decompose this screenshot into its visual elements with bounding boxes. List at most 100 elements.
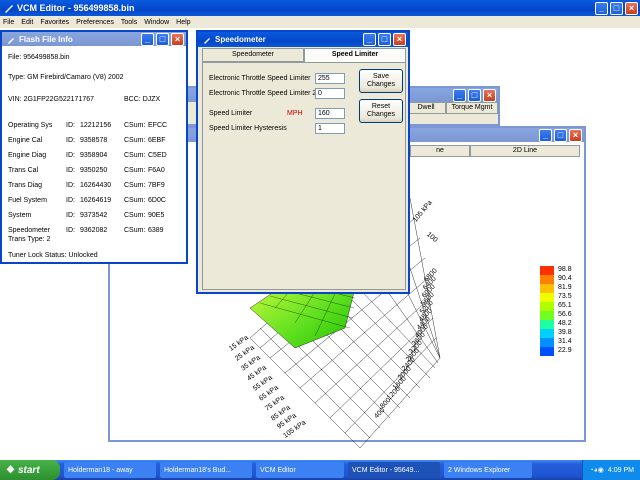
- maximize-button[interactable]: □: [378, 33, 391, 46]
- field-label: Speed Limiter Hysteresis: [209, 125, 287, 132]
- tuner-lock-label: Tuner Lock Status:: [8, 252, 67, 259]
- type-label: Type:: [8, 74, 26, 81]
- csum-label: CSum:: [124, 182, 146, 189]
- menu-tools[interactable]: Tools: [121, 19, 137, 26]
- csum-label: CSum:: [124, 152, 146, 159]
- minimize-button[interactable]: _: [595, 1, 608, 15]
- trans-type-value: 2: [46, 236, 51, 243]
- tray-icons[interactable]: ◔◕◉: [589, 466, 604, 474]
- wrench-icon: [6, 34, 16, 44]
- legend-label: 73.5: [558, 293, 572, 300]
- task-item-active[interactable]: VCM Editor - 95649...: [348, 462, 440, 478]
- tab-speedometer[interactable]: Speedometer: [202, 48, 304, 62]
- legend-swatch: [540, 266, 554, 275]
- legend-swatch: [540, 275, 554, 284]
- task-item[interactable]: Holderman18's Bud...: [160, 462, 252, 478]
- menu-favorites[interactable]: Favorites: [40, 19, 69, 26]
- vin-value: 2G1FP22G522171767: [23, 96, 95, 103]
- clock: 4:09 PM: [607, 466, 634, 474]
- tab-speed-limiter[interactable]: Speed Limiter: [304, 48, 406, 62]
- legend-label: 56.6: [558, 311, 572, 318]
- module-csum: 7BF9: [148, 182, 165, 189]
- menu-preferences[interactable]: Preferences: [76, 19, 114, 26]
- flash-info-body: File: 956499858.bin Type: GM Firebird/Ca…: [2, 46, 186, 262]
- close-button[interactable]: ×: [171, 32, 184, 46]
- module-csum: 90E5: [148, 212, 165, 219]
- csum-label: CSum:: [124, 167, 146, 174]
- maximize-button[interactable]: □: [468, 88, 481, 102]
- legend-swatch: [540, 302, 554, 311]
- module-csum: F6A0: [148, 167, 165, 174]
- minimize-button[interactable]: _: [363, 33, 376, 46]
- legend-swatch: [540, 329, 554, 338]
- bcc-label: BCC:: [124, 96, 141, 103]
- task-item[interactable]: 2 Windows Explorer: [444, 462, 532, 478]
- maximize-button[interactable]: □: [156, 32, 169, 46]
- et-speed-limiter-2-input[interactable]: [315, 88, 345, 99]
- csum-label: CSum:: [124, 212, 146, 219]
- maximize-button[interactable]: □: [610, 1, 623, 15]
- tab-dwell[interactable]: Dwell: [406, 102, 446, 114]
- speed-limiter-input[interactable]: [315, 108, 345, 119]
- module-id: 9358904: [80, 152, 108, 159]
- minimize-button[interactable]: _: [453, 88, 466, 102]
- minimize-button[interactable]: _: [539, 128, 552, 142]
- menu-file[interactable]: File: [3, 19, 14, 26]
- tuner-lock-value: Unlocked: [68, 252, 98, 259]
- menu-window[interactable]: Window: [144, 19, 169, 26]
- id-label: ID:: [66, 152, 75, 159]
- legend-label: 48.2: [558, 320, 572, 327]
- vin-label: VIN:: [8, 96, 22, 103]
- module-name: Engine Diag: [8, 152, 47, 159]
- menu-help[interactable]: Help: [176, 19, 190, 26]
- hysteresis-input[interactable]: [315, 123, 345, 134]
- id-label: ID:: [66, 122, 75, 129]
- id-label: ID:: [66, 137, 75, 144]
- maximize-button[interactable]: □: [554, 128, 567, 142]
- legend-label: 22.9: [558, 347, 572, 354]
- legend-swatch: [540, 293, 554, 302]
- legend-label: 65.1: [558, 302, 572, 309]
- et-speed-limiter-input[interactable]: [315, 73, 345, 84]
- minimize-button[interactable]: _: [141, 32, 154, 46]
- legend-swatch: [540, 347, 554, 356]
- menu-edit[interactable]: Edit: [21, 19, 33, 26]
- legend-swatch: [540, 338, 554, 347]
- speedometer-window[interactable]: Speedometer _ □ × Speedometer Speed Limi…: [196, 30, 410, 294]
- legend-label: 90.4: [558, 275, 572, 282]
- system-tray: ◔◕◉ 4:09 PM: [582, 460, 640, 480]
- tab-torque-mgmt[interactable]: Torque Mgmt: [446, 102, 498, 114]
- field-label: Electronic Throttle Speed Limiter 2: [209, 90, 317, 97]
- save-changes-button[interactable]: Save Changes: [359, 69, 403, 93]
- speedometer-titlebar: Speedometer _ □ ×: [198, 32, 408, 47]
- task-item[interactable]: Holderman18 - away: [64, 462, 156, 478]
- id-label: ID:: [66, 227, 75, 234]
- module-csum: 6389: [148, 227, 164, 234]
- csum-label: CSum:: [124, 197, 146, 204]
- id-label: ID:: [66, 197, 75, 204]
- file-label: File:: [8, 54, 22, 61]
- legend-label: 31.4: [558, 338, 572, 345]
- close-button[interactable]: ×: [569, 128, 582, 142]
- taskbar: ❖ start Holderman18 - away Holderman18's…: [0, 460, 640, 480]
- tab-2d-line[interactable]: 2D Line: [470, 145, 580, 157]
- module-id: 12212156: [80, 122, 112, 129]
- close-button[interactable]: ×: [625, 1, 638, 15]
- module-name: Fuel System: [8, 197, 47, 204]
- tab-line[interactable]: ne: [410, 145, 470, 157]
- id-label: ID:: [66, 182, 75, 189]
- start-button[interactable]: ❖ start: [0, 460, 60, 480]
- reset-changes-button[interactable]: Reset Changes: [359, 99, 403, 123]
- flash-file-info-titlebar: Flash File Info _ □ ×: [2, 32, 186, 46]
- module-name: System: [8, 212, 32, 219]
- module-name: Operating Sys: [8, 122, 53, 129]
- csum-label: CSum:: [124, 227, 146, 234]
- close-button[interactable]: ×: [483, 88, 496, 102]
- flash-file-info-window[interactable]: Flash File Info _ □ × File: 956499858.bi…: [0, 30, 188, 264]
- wrench-icon: [202, 35, 212, 45]
- close-button[interactable]: ×: [393, 33, 406, 46]
- field-label: Electronic Throttle Speed Limiter: [209, 75, 311, 82]
- module-id: 9362082: [80, 227, 108, 234]
- task-item[interactable]: VCM Editor: [256, 462, 344, 478]
- module-csum: 6EBF: [148, 137, 166, 144]
